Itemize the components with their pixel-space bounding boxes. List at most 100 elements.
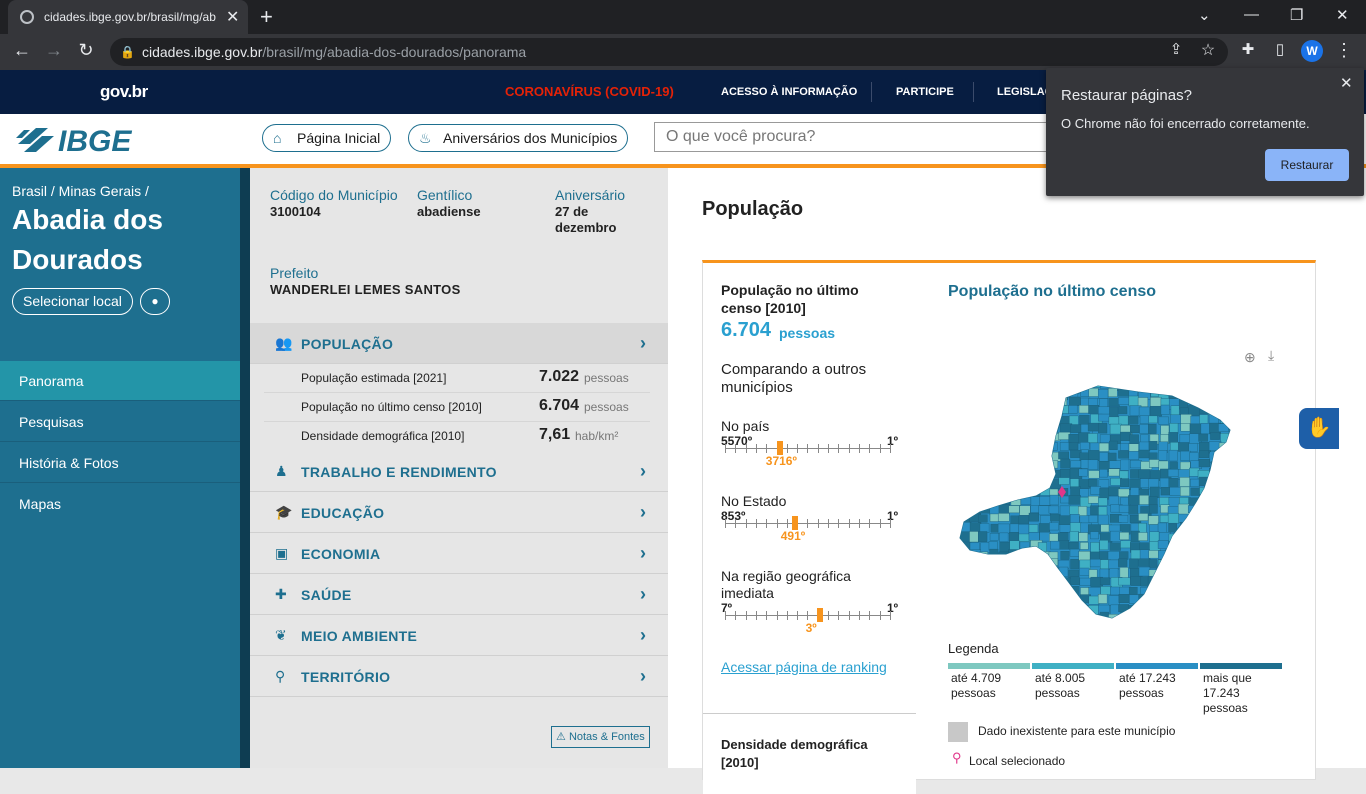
cat-populacao[interactable]: 👥 POPULAÇÃO › [250,323,668,364]
cat-educacao[interactable]: 🎓 EDUCAÇÃO › [250,492,668,533]
choropleth-map[interactable] [958,378,1278,628]
municipality-cell [990,470,1002,479]
bookmark-star-icon[interactable]: ☆ [1196,40,1220,60]
municipality-cell [1000,577,1012,589]
breadcrumb[interactable]: Brasil / Minas Gerais / [12,183,149,199]
municipality-cell [1007,405,1018,417]
tab-search-icon[interactable]: ⌄ [1198,6,1211,24]
profile-avatar[interactable]: W [1301,40,1323,62]
covid-link[interactable]: CORONAVÍRUS (COVID-19) [505,84,674,99]
municipality-cell [1048,505,1060,514]
search-input[interactable]: O que você procura? [654,122,1054,152]
municipality-cell [1119,532,1130,541]
vlibras-hands-icon[interactable]: ✋ [1299,408,1339,449]
cat-label: SAÚDE [301,587,352,603]
municipality-cell [1049,613,1060,618]
rank-tick [807,519,809,528]
share-icon[interactable]: ⇪ [1164,40,1188,58]
side-panel-icon[interactable]: ▯ [1268,40,1292,58]
rank-tick [858,611,860,620]
municipality-cell [1048,416,1058,427]
municipality-cell [1188,405,1200,416]
reload-icon[interactable]: ↻ [74,40,98,61]
municipality-cell [1228,541,1230,554]
chevron-right-icon: › [640,333,646,353]
location-pin-button[interactable]: ● [140,288,170,315]
sidebar-item-panorama[interactable]: Panorama [0,361,240,401]
municipality-cell [1188,585,1197,594]
municipality-cell [1228,486,1230,495]
legend-label: até 8.005 pessoas [1035,671,1086,700]
municipality-cell [1269,549,1278,557]
new-tab-button[interactable]: + [260,4,273,30]
cat-meio-ambiente[interactable]: ❦ MEIO AMBIENTE › [250,615,668,656]
forward-icon[interactable]: → [42,40,66,61]
participe-link[interactable]: PARTICIPE [896,86,954,98]
home-button[interactable]: ⌂ Página Inicial [262,124,392,152]
municipality-cell [1109,423,1122,435]
municipality-cell [960,558,970,567]
address-bar[interactable]: 🔒 cidades.ibge.gov.br/brasil/mg/abadia-do… [110,38,1228,66]
cat-trabalho[interactable]: ♟ TRABALHO E RENDIMENTO › [250,451,668,492]
sidebar-item-pesquisas[interactable]: Pesquisas [0,402,240,442]
close-icon[interactable]: ✕ [1340,74,1353,92]
municipality-cell [1198,550,1209,559]
govbr-logo[interactable]: gov.br [100,82,148,102]
municipality-cell [960,603,968,612]
browser-tab[interactable]: cidades.ibge.gov.br/brasil/mg/ab ✕ [8,0,248,34]
select-local-button[interactable]: Selecionar local [12,288,133,315]
municipality-cell [969,558,983,570]
ibge-logo[interactable]: IBGE [16,124,156,156]
menu-icon[interactable]: ⋮ [1332,40,1356,61]
close-window-icon[interactable]: ✕ [1336,6,1349,24]
cat-territorio[interactable]: ⚲ TERRITÓRIO › [250,656,668,697]
cat-saude[interactable]: ✚ SAÚDE › [250,574,668,615]
zoom-icon[interactable]: ⊕ [1244,349,1256,366]
municipality-cell [1088,470,1100,479]
stat-row: População no último censo [2010] 6.704 p… [264,393,650,422]
municipality-cell [989,594,1000,606]
download-icon[interactable]: ⤓ [1268,347,1274,364]
stat-unit: pessoas [584,371,629,385]
legislacao-link[interactable]: LEGISLAÇ [997,86,1053,98]
municipality-cell [999,532,1009,542]
municipality-cell [990,388,1003,399]
cat-label: EDUCAÇÃO [301,505,385,521]
municipality-cell [1019,602,1031,614]
municipality-cell [1030,586,1040,596]
municipality-cell [1157,540,1169,549]
municipality-cell [1220,479,1230,491]
rank-min: 1º [887,509,899,523]
municipality-cell [1037,586,1048,595]
municipality-cell [1008,389,1021,399]
municipality-cell [1208,386,1219,390]
municipality-cell [1097,389,1109,399]
municipality-cell [960,388,969,400]
municipality-cell [1018,612,1028,618]
municipality-cell [1090,542,1100,553]
rank-slider: 853º 1º 491º [721,503,898,543]
aniversarios-button[interactable]: ♨ Aniversários dos Municípios [408,124,629,152]
acesso-informacao-link[interactable]: ACESSO À INFORMAÇÃO [721,86,857,98]
municipality-cell [1189,389,1201,399]
municipality-cell [1020,460,1033,469]
minimize-icon[interactable]: — [1244,6,1259,23]
maximize-icon[interactable]: ❐ [1290,6,1303,24]
ranking-link[interactable]: Acessar página de ranking [721,659,887,675]
close-tab-icon[interactable]: ✕ [226,7,239,27]
municipality-cell [969,433,979,443]
municipality-cell [1027,479,1038,487]
cat-economia[interactable]: ▣ ECONOMIA › [250,533,668,574]
restore-button[interactable]: Restaurar [1265,149,1349,181]
municipality-cell [989,533,999,541]
sidebar-item-historia[interactable]: História & Fotos [0,443,240,483]
extensions-icon[interactable]: ✚ [1236,40,1260,58]
municipality-cell [1018,414,1028,423]
rank-tick [776,611,778,620]
sidebar-item-mapas[interactable]: Mapas [0,484,240,524]
municipality-cell [1008,532,1019,542]
chevron-right-icon: › [640,666,646,686]
municipality-cell [1240,624,1248,628]
notas-fontes-button[interactable]: ⚠ Notas & Fontes [551,726,650,748]
back-icon[interactable]: ← [10,40,34,61]
